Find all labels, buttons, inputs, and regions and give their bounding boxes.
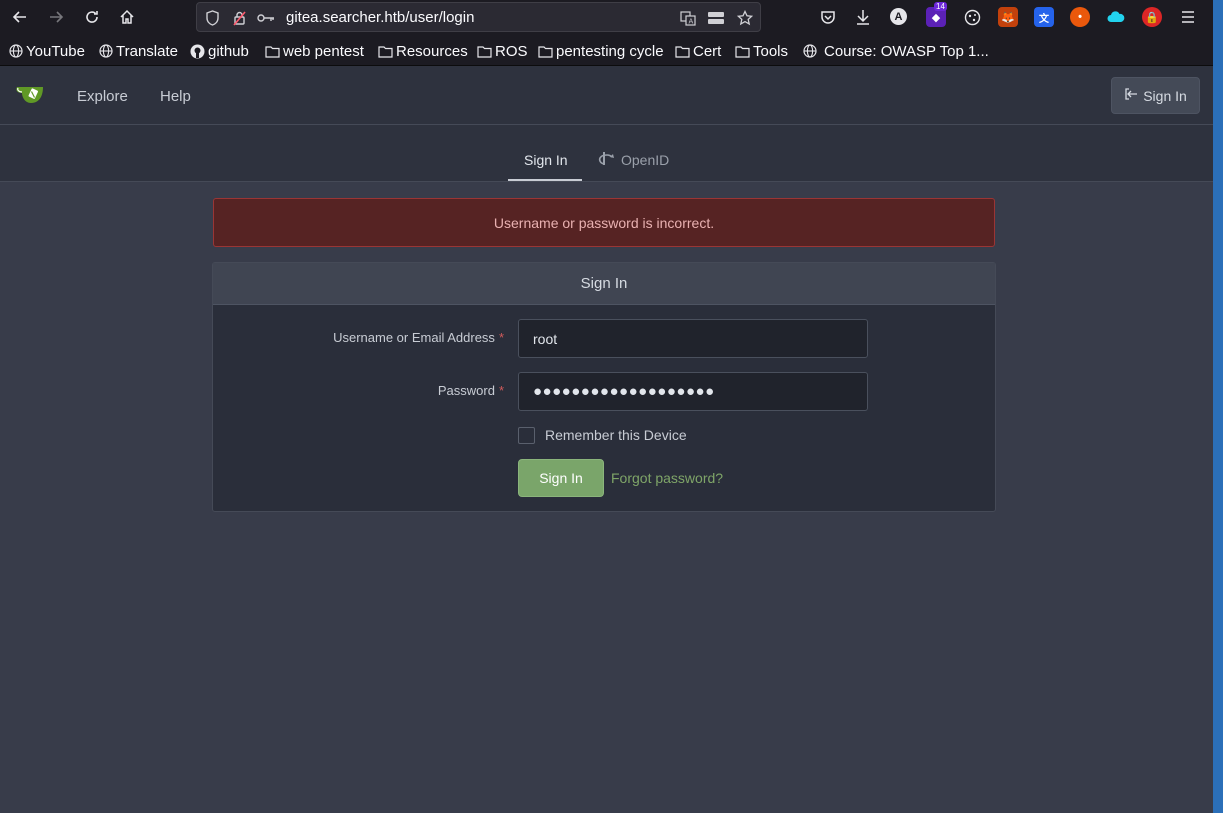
globe-icon [98, 44, 113, 59]
menu-icon[interactable] [1178, 7, 1198, 27]
username-value: root [533, 330, 558, 347]
bookmark-owasp-course[interactable]: Course: OWASP Top 1... [802, 42, 989, 60]
bookmark-youtube[interactable]: YouTube [8, 42, 85, 60]
forward-icon[interactable] [42, 5, 70, 29]
shield-icon[interactable] [203, 9, 221, 27]
back-icon[interactable] [6, 5, 34, 29]
insecure-lock-icon[interactable] [230, 9, 248, 27]
folder-icon [538, 44, 553, 59]
download-icon[interactable] [853, 7, 873, 27]
openid-icon [598, 151, 615, 169]
tab-openid[interactable]: OpenID [598, 151, 669, 169]
reader-storage-icon[interactable] [707, 9, 725, 27]
cloud-icon[interactable] [1106, 7, 1126, 27]
globe-icon [8, 44, 23, 59]
error-message: Username or password is incorrect. [213, 198, 995, 247]
bookmark-label: github [208, 42, 249, 60]
github-icon [190, 44, 205, 59]
navbar-sign-in-button[interactable]: Sign In [1111, 77, 1200, 114]
username-field[interactable]: root [518, 319, 868, 358]
url-text[interactable]: gitea.searcher.htb/user/login [286, 9, 474, 26]
sign-in-form: Sign In Username or Email Address * root … [212, 262, 996, 512]
bookmark-resources[interactable]: Resources [378, 42, 468, 60]
bookmark-translate[interactable]: Translate [98, 42, 178, 60]
remember-device-label[interactable]: Remember this Device [545, 427, 687, 443]
sign-in-icon [1124, 87, 1138, 104]
folder-icon [477, 44, 492, 59]
error-text: Username or password is incorrect. [493, 214, 715, 231]
folder-icon [675, 44, 690, 59]
bookmark-label: Translate [116, 42, 178, 60]
translate-extension-icon[interactable]: 文 [1034, 7, 1054, 27]
browser-toolbar: gitea.searcher.htb/user/login A A ◆ 14 🦊… [0, 0, 1213, 36]
globe-icon [802, 44, 817, 59]
bookmarks-bar: YouTube Translate github web pentest Res… [0, 36, 1213, 66]
sign-in-button[interactable]: Sign In [518, 459, 604, 497]
pocket-icon[interactable] [818, 7, 838, 27]
password-label: Password * [438, 383, 504, 398]
required-marker: * [498, 330, 504, 345]
sign-in-button-label: Sign In [539, 470, 583, 486]
extension-badge: 14 [934, 2, 947, 11]
key-icon[interactable] [257, 9, 275, 27]
bookmark-github[interactable]: github [190, 42, 249, 60]
bookmark-label: pentesting cycle [556, 42, 664, 60]
login-tab-bar: Sign In OpenID [0, 125, 1213, 182]
username-label: Username or Email Address * [333, 330, 504, 345]
bookmark-pentesting-cycle[interactable]: pentesting cycle [538, 42, 664, 60]
tab-sign-in-label: Sign In [524, 152, 568, 168]
navbar-sign-in-label: Sign In [1143, 87, 1187, 104]
tab-sign-in[interactable]: Sign In [524, 152, 568, 168]
remember-device-checkbox[interactable] [518, 427, 535, 444]
nav-explore[interactable]: Explore [77, 88, 128, 105]
bookmark-web-pentest[interactable]: web pentest [265, 42, 364, 60]
bookmark-label: Tools [753, 42, 789, 60]
forgot-password-link[interactable]: Forgot password? [611, 470, 723, 486]
lock-extension-icon[interactable]: 🔒 [1142, 7, 1162, 27]
password-value: ●●●●●●●●●●●●●●●●●●● [533, 383, 715, 400]
bookmark-star-icon[interactable] [736, 9, 754, 27]
foxyproxy-icon[interactable]: 🦊 [998, 7, 1018, 27]
password-label-text: Password [437, 383, 495, 398]
robot-extension-icon[interactable]: • [1070, 7, 1090, 27]
folder-icon [378, 44, 393, 59]
form-header: Sign In [213, 263, 995, 305]
bookmark-label: web pentest [283, 42, 364, 60]
translate-page-icon[interactable]: A [679, 9, 697, 27]
folder-icon [735, 44, 750, 59]
bookmark-tools[interactable]: Tools [735, 42, 788, 60]
account-icon[interactable]: A [890, 8, 907, 25]
password-field[interactable]: ●●●●●●●●●●●●●●●●●●● [518, 372, 868, 411]
tab-openid-label: OpenID [621, 152, 670, 168]
username-label-text: Username or Email Address [333, 330, 495, 345]
reload-icon[interactable] [78, 5, 106, 29]
gitea-navbar: Explore Help Sign In [0, 66, 1213, 125]
bookmark-label: YouTube [26, 42, 85, 60]
gitea-logo-icon[interactable] [15, 83, 47, 110]
bookmark-label: Cert [693, 42, 722, 60]
svg-text:A: A [689, 18, 694, 26]
bookmark-label: Resources [396, 42, 468, 60]
bookmark-label: Course: OWASP Top 1... [824, 42, 989, 60]
bookmark-cert[interactable]: Cert [675, 42, 721, 60]
url-bar[interactable]: gitea.searcher.htb/user/login A [196, 2, 761, 32]
active-tab-indicator [508, 179, 582, 181]
bookmark-label: ROS [495, 42, 528, 60]
bookmark-ros[interactable]: ROS [477, 42, 528, 60]
cookie-icon[interactable] [962, 7, 982, 27]
required-marker: * [498, 383, 504, 398]
folder-icon [265, 44, 280, 59]
home-icon[interactable] [113, 5, 141, 29]
nav-help[interactable]: Help [160, 88, 191, 105]
page-scrollbar[interactable] [1213, 0, 1223, 813]
